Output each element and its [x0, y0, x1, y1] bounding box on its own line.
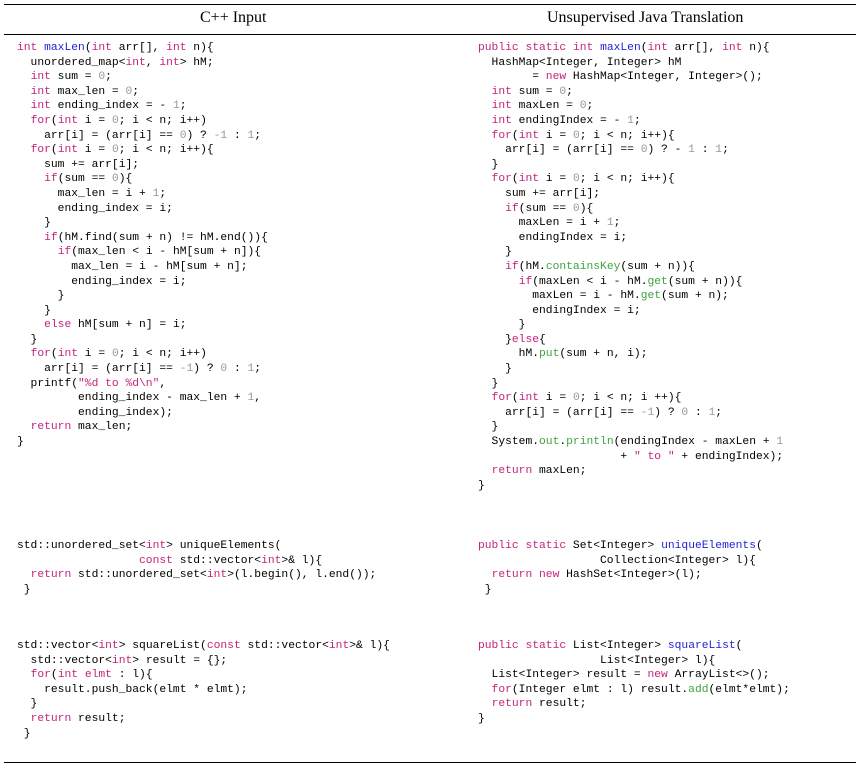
code-line: }: [17, 217, 51, 230]
code-line: int maxLen(int arr[], int n){: [17, 42, 214, 54]
code-line: + " to " + endingIndex);: [478, 450, 784, 463]
code-line: ending_index - max_len + 1,: [17, 392, 262, 405]
code-line: }: [478, 377, 499, 390]
code-line: ending_index = i;: [17, 275, 187, 288]
code-line: for(int i = 0; i < n; i++): [30, 114, 207, 127]
code-line: maxLen = i + 1;: [478, 217, 621, 230]
code-line: int sum = 0;: [491, 85, 573, 98]
code-line: if(hM.find(sum + n) != hM.end()){: [44, 231, 268, 244]
code-line: }: [478, 246, 512, 259]
code-line: if(sum == 0){: [505, 202, 594, 215]
code-line: max_len = i - hM[sum + n];: [17, 260, 248, 273]
code-line: std::vector<int> result = {};: [17, 654, 228, 667]
code-line: }: [17, 698, 38, 711]
code-line: ending_index = i;: [17, 202, 173, 215]
code-line: }: [478, 583, 492, 596]
java-code-unique-elements: public static Set<Integer> uniqueElement…: [478, 539, 763, 597]
code-line: printf("%d to %d\n",: [17, 377, 167, 390]
code-line: int sum = 0;: [30, 71, 112, 84]
code-line: = new HashMap<Integer, Integer>();: [478, 71, 763, 84]
code-line: sum += arr[i];: [17, 158, 140, 171]
code-line: for(int i = 0; i < n; i ++){: [491, 392, 682, 405]
code-line: for(int i = 0; i < n; i++){: [491, 129, 675, 142]
cpp-code-maxlen: int maxLen(int arr[], int n){ unordered_…: [17, 41, 268, 450]
code-line: if(max_len < i - hM[sum + n]){: [57, 246, 262, 259]
code-line: }: [17, 436, 24, 449]
code-line: return result;: [30, 712, 126, 725]
code-line: }: [17, 333, 38, 346]
code-line: return maxLen;: [491, 465, 587, 478]
code-line: endingIndex = i;: [478, 231, 628, 244]
code-line: result.push_back(elmt * elmt);: [17, 683, 248, 696]
code-line: arr[i] = (arr[i] == 0) ? - 1 : 1;: [478, 144, 729, 157]
code-line: }: [17, 304, 51, 317]
code-line: else hM[sum + n] = i;: [44, 319, 187, 332]
code-line: }: [478, 158, 499, 171]
code-line: }: [17, 727, 31, 740]
code-line: ending_index);: [17, 406, 173, 419]
code-line: List<Integer> result = new ArrayList<>()…: [478, 669, 770, 682]
code-line: }else{: [478, 333, 546, 346]
code-line: }: [478, 421, 499, 434]
code-line: for(int i = 0; i < n; i++): [30, 348, 207, 361]
code-line: if(maxLen < i - hM.get(sum + n)){: [518, 275, 743, 288]
code-line: int max_len = 0;: [30, 85, 140, 98]
code-line: return new HashSet<Integer>(l);: [491, 569, 702, 582]
code-line: public static int maxLen(int arr[], int …: [478, 42, 770, 54]
code-line: Collection<Integer> l){: [478, 554, 756, 567]
code-line: if(sum == 0){: [44, 173, 133, 186]
code-line: }: [478, 479, 485, 492]
code-line: max_len = i + 1;: [17, 187, 167, 200]
code-line: }: [17, 583, 31, 596]
java-code-maxlen: public static int maxLen(int arr[], int …: [478, 41, 783, 493]
code-line: endingIndex = i;: [478, 304, 641, 317]
cpp-code-square-list: std::vector<int> squareList(const std::v…: [17, 639, 390, 741]
code-line: }: [17, 290, 65, 303]
code-line: arr[i] = (arr[i] == -1) ? 0 : 1;: [478, 406, 723, 419]
code-line: int maxLen = 0;: [491, 100, 594, 113]
code-line: hM.put(sum + n, i);: [478, 348, 648, 361]
code-line: for(int i = 0; i < n; i++){: [491, 173, 675, 186]
code-line: System.out.println(endingIndex - maxLen …: [478, 436, 784, 449]
java-translation-header: Unsupervised Java Translation: [547, 9, 744, 26]
code-line: List<Integer> l){: [478, 654, 716, 667]
code-line: int endingIndex = - 1;: [491, 114, 641, 127]
code-line: return result;: [491, 698, 587, 711]
code-line: return max_len;: [30, 421, 133, 434]
code-line: arr[i] = (arr[i] == 0) ? -1 : 1;: [17, 129, 262, 142]
code-line: HashMap<Integer, Integer> hM: [478, 56, 682, 69]
code-line: unordered_map<int, int> hM;: [17, 56, 214, 69]
table-top-rule: [4, 4, 856, 6]
code-line: }: [478, 712, 485, 725]
code-line: for(Integer elmt : l) result.add(elmt*el…: [491, 683, 790, 696]
code-line: int ending_index = - 1;: [30, 100, 187, 113]
code-line: for(int i = 0; i < n; i++){: [30, 144, 214, 157]
code-line: public static Set<Integer> uniqueElement…: [478, 540, 763, 552]
code-line: }: [478, 319, 526, 332]
code-line: sum += arr[i];: [478, 187, 601, 200]
code-line: const std::vector<int>& l){: [139, 554, 323, 567]
code-line: for(int elmt : l){: [30, 669, 153, 682]
code-line: }: [478, 363, 512, 376]
code-line: maxLen = i - hM.get(sum + n);: [478, 290, 729, 303]
code-line: arr[i] = (arr[i] == -1) ? 0 : 1;: [17, 363, 262, 376]
cpp-input-header: C++ Input: [200, 9, 267, 26]
code-line: if(hM.containsKey(sum + n)){: [505, 260, 695, 273]
code-line: std::unordered_set<int> uniqueElements(: [17, 540, 282, 552]
table-header-rule: [4, 34, 856, 35]
code-line: std::vector<int> squareList(const std::v…: [17, 640, 390, 652]
java-code-square-list: public static List<Integer> squareList( …: [478, 639, 790, 727]
cpp-code-unique-elements: std::unordered_set<int> uniqueElements( …: [17, 539, 376, 597]
code-line: public static List<Integer> squareList(: [478, 640, 743, 652]
table-bottom-rule: [4, 762, 856, 764]
code-line: return std::unordered_set<int>(l.begin()…: [30, 569, 377, 582]
